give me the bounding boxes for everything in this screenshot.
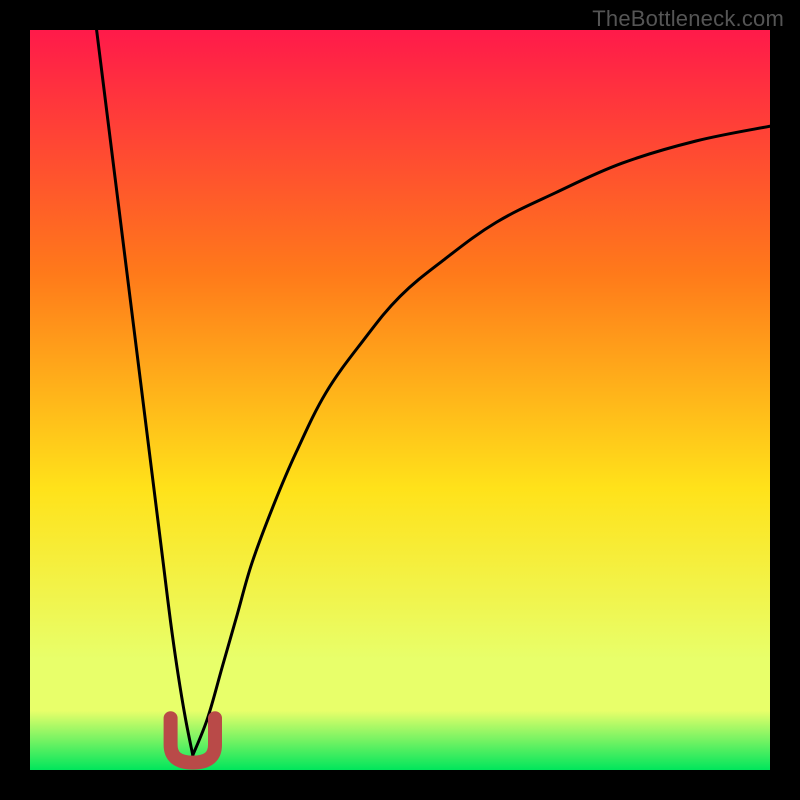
outer-frame: TheBottleneck.com: [0, 0, 800, 800]
chart-svg: [30, 30, 770, 770]
chart-area: [30, 30, 770, 770]
gradient-background: [30, 30, 770, 770]
watermark-text: TheBottleneck.com: [592, 6, 784, 32]
